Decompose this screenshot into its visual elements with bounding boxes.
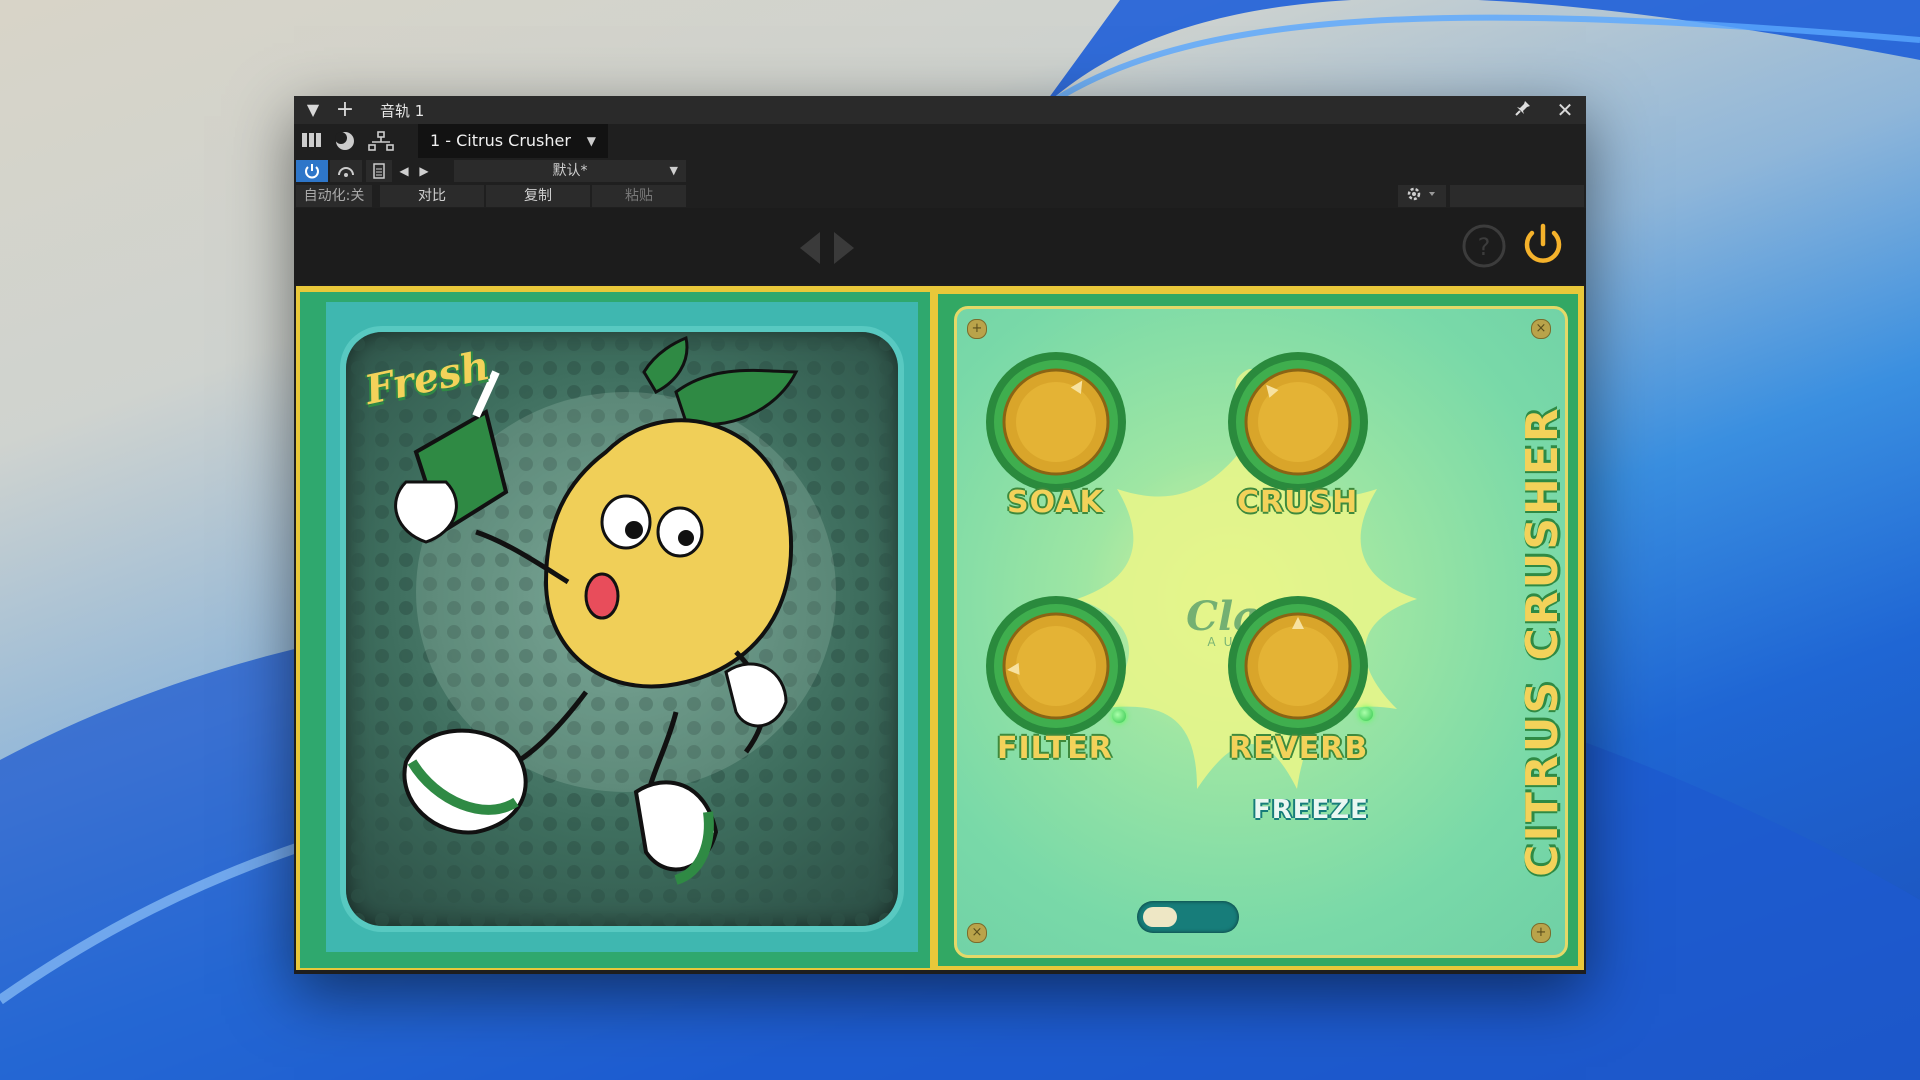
title-bar: ▼ + 音轨 1 ✕ [294, 96, 1586, 124]
prev-arrow-icon[interactable]: ◀ [394, 160, 414, 182]
reverb-label: REVERB [1229, 731, 1369, 766]
routing-icon[interactable] [368, 130, 394, 152]
svg-text:?: ? [1478, 233, 1491, 261]
chevron-down-icon: ▼ [669, 164, 678, 177]
power-icon[interactable] [1516, 218, 1570, 272]
screw-icon: × [967, 923, 987, 943]
side-title-text: CITRUS CRUSHER [1517, 405, 1568, 877]
filter-led [1112, 709, 1126, 723]
soak-label: SOAK [1007, 485, 1104, 520]
control-panel: Clark AUDIO [938, 294, 1578, 966]
compare-button[interactable]: 对比 [380, 185, 484, 207]
gear-icon[interactable] [1398, 185, 1446, 207]
pin-icon[interactable] [1512, 99, 1534, 121]
art-frame: Fresh [326, 302, 918, 952]
sidechain-select[interactable] [1450, 185, 1584, 207]
preset-row: ◀ ▶ 默认* ▼ [294, 158, 1586, 184]
preset-select[interactable]: 默认* ▼ [454, 160, 686, 182]
filter-label: FILTER [997, 731, 1113, 766]
knob-graphic [986, 596, 1126, 736]
link-icon[interactable] [330, 160, 362, 182]
chevron-down-icon[interactable]: ▼ [302, 99, 324, 121]
track-title: 音轨 1 [380, 102, 425, 120]
moon-icon[interactable] [334, 130, 360, 152]
freeze-toggle[interactable] [1137, 901, 1239, 933]
help-icon[interactable]: ? [1460, 222, 1508, 270]
paste-button[interactable]: 粘贴 [592, 185, 686, 207]
preset-default: 默认* [552, 163, 588, 179]
knob-graphic [1228, 352, 1368, 492]
preset-icon[interactable] [366, 160, 392, 182]
bypass-button[interactable] [296, 160, 328, 182]
filter-knob[interactable] [981, 591, 1131, 741]
knob-graphic [986, 352, 1126, 492]
plugin-ui: Fresh Clark AUDIO [296, 286, 1584, 970]
soak-knob[interactable] [981, 347, 1131, 497]
chevron-down-icon: ▼ [586, 134, 596, 148]
lemon-mascot-illustration [346, 332, 898, 926]
preset-name: 1 - Citrus Crusher [430, 131, 571, 150]
crush-label: CRUSH [1237, 485, 1359, 520]
screw-icon: × [1531, 319, 1551, 339]
art-screen: Fresh [346, 332, 898, 926]
crush-knob[interactable] [1223, 347, 1373, 497]
freeze-label: FREEZE [1253, 795, 1369, 825]
screw-icon: + [967, 319, 987, 339]
automation-button[interactable]: 自动化:关 [296, 185, 372, 207]
plugin-header: ? [294, 208, 1586, 284]
plugin-window: ▼ + 音轨 1 ✕ 1 - Citrus Crusher ▼ ◀ ▶ 默认* … [294, 96, 1586, 974]
reverb-knob[interactable] [1223, 591, 1373, 741]
knob-graphic [1228, 596, 1368, 736]
control-face: Clark AUDIO [954, 306, 1568, 958]
plus-icon[interactable]: + [334, 99, 356, 121]
close-icon[interactable]: ✕ [1554, 99, 1576, 121]
screw-icon: + [1531, 923, 1551, 943]
next-arrow-icon[interactable]: ▶ [414, 160, 434, 182]
reverb-led [1359, 707, 1373, 721]
toolbar-row: 1 - Citrus Crusher ▼ [294, 124, 1586, 158]
columns-icon[interactable] [300, 130, 326, 152]
next-arrow-icon[interactable] [830, 228, 890, 268]
art-panel: Fresh [300, 292, 930, 968]
copy-button[interactable]: 复制 [486, 185, 590, 207]
side-title: CITRUS CRUSHER [1505, 369, 1568, 929]
action-row: 自动化:关 对比 复制 粘贴 [294, 184, 1586, 208]
freeze-toggle-thumb [1143, 907, 1177, 927]
preset-dropdown[interactable]: 1 - Citrus Crusher ▼ [418, 124, 608, 158]
